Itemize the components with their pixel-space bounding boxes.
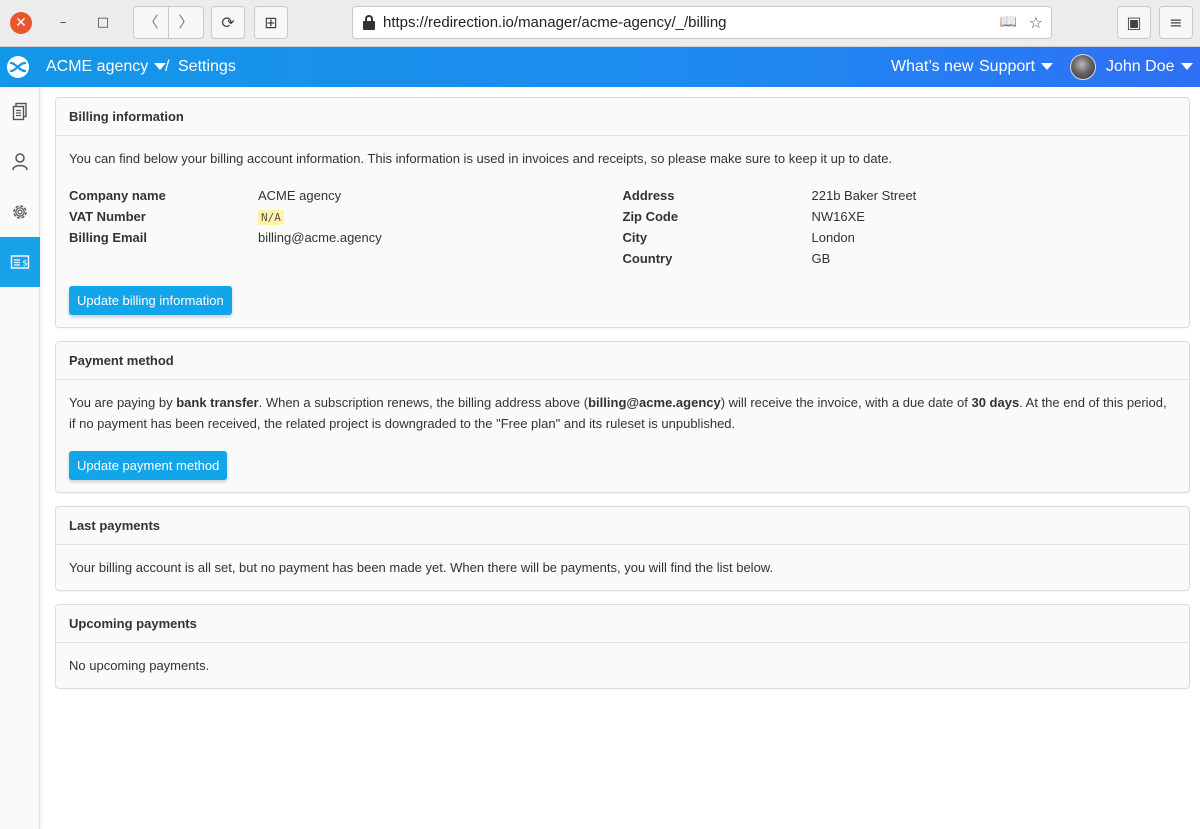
window-close-button[interactable]: ✕: [10, 12, 32, 34]
bookmark-star-icon[interactable]: ☆: [1029, 7, 1043, 38]
svg-text:$: $: [23, 259, 28, 268]
redirection-logo-icon[interactable]: [7, 56, 29, 78]
sidebar-item-account[interactable]: [0, 137, 40, 187]
vat-number-value: N/A: [258, 210, 284, 225]
payment-method-description: You are paying by bank transfer. When a …: [69, 395, 1167, 431]
whats-new-link[interactable]: What’s new: [891, 47, 973, 87]
chevron-down-icon: [1180, 63, 1193, 71]
app-header: ACME agency / Settings What’s new Suppor…: [0, 47, 1200, 87]
billing-row-email: Billing Email billing@acme.agency: [69, 227, 623, 248]
country-label: Country: [622, 251, 673, 266]
address-value: 221b Baker Street: [811, 188, 917, 203]
bookmarks-button[interactable]: ▣: [1117, 6, 1151, 39]
sidebar-item-projects[interactable]: [0, 87, 40, 137]
city-label: City: [622, 230, 648, 245]
back-button[interactable]: 〈: [134, 7, 169, 38]
browser-toolbar: ✕ – □ 〈 〉 ⟳ ⊞ https://redirection.io/man…: [0, 0, 1200, 47]
history-nav: 〈 〉: [133, 6, 204, 39]
billing-details: Company name ACME agency VAT Number N/A …: [69, 185, 1176, 269]
user-name: John Doe: [1106, 58, 1175, 75]
billing-information-title: Billing information: [56, 98, 1189, 136]
reader-view-icon[interactable]: 📖: [1000, 7, 1017, 38]
organization-name: ACME agency: [46, 58, 149, 75]
vat-number-label: VAT Number: [69, 209, 146, 224]
zip-code-label: Zip Code: [622, 209, 679, 224]
gear-icon: [13, 205, 27, 219]
city-value: London: [811, 230, 855, 245]
lock-icon: [363, 15, 375, 30]
billing-row-address: Address 221b Baker Street: [623, 185, 1177, 206]
new-tab-button[interactable]: ⊞: [254, 6, 288, 39]
company-name-label: Company name: [69, 188, 166, 203]
billing-information-intro: You can find below your billing account …: [69, 151, 893, 166]
update-billing-information-button[interactable]: Update billing information: [69, 286, 232, 315]
browser-menu-button[interactable]: ≡: [1159, 6, 1193, 39]
sidebar: $: [0, 87, 40, 829]
organization-switcher[interactable]: ACME agency: [46, 47, 167, 87]
billing-email-value: billing@acme.agency: [258, 230, 382, 245]
billing-icon: $: [10, 255, 30, 269]
url-text[interactable]: https://redirection.io/manager/acme-agen…: [383, 7, 727, 38]
company-name-value: ACME agency: [258, 188, 342, 203]
user-menu[interactable]: John Doe: [1106, 47, 1193, 87]
user-icon: [12, 153, 28, 171]
forward-button[interactable]: 〉: [169, 7, 203, 38]
billing-row-country: Country GB: [623, 248, 1177, 269]
breadcrumb-separator: /: [165, 58, 170, 75]
last-payments-title: Last payments: [56, 507, 1189, 545]
invoice-email: billing@acme.agency: [588, 395, 721, 410]
payment-method-title: Payment method: [56, 342, 1189, 380]
chevron-down-icon: [1041, 63, 1054, 71]
billing-row-vat: VAT Number N/A: [69, 206, 623, 227]
billing-email-label: Billing Email: [69, 230, 148, 245]
update-payment-method-button[interactable]: Update payment method: [69, 451, 228, 480]
address-bar[interactable]: https://redirection.io/manager/acme-agen…: [352, 6, 1052, 39]
billing-row-company: Company name ACME agency: [69, 185, 623, 206]
billing-row-city: City London: [623, 227, 1177, 248]
last-payments-card: Last payments Your billing account is al…: [55, 506, 1190, 591]
address-label: Address: [622, 188, 675, 203]
support-menu[interactable]: Support: [979, 47, 1054, 87]
billing-details-right: Address 221b Baker Street Zip Code NW16X…: [623, 185, 1177, 269]
support-label: Support: [979, 58, 1036, 75]
document-icon: [12, 102, 27, 121]
zip-code-value: NW16XE: [811, 209, 865, 224]
payment-method-type: bank transfer: [176, 395, 259, 410]
upcoming-payments-title: Upcoming payments: [56, 605, 1189, 643]
sidebar-item-billing[interactable]: $: [0, 237, 40, 287]
due-date: 30 days: [971, 395, 1020, 410]
reload-button[interactable]: ⟳: [211, 6, 245, 39]
billing-information-card: Billing information You can find below y…: [55, 97, 1190, 328]
payment-method-card: Payment method You are paying by bank tr…: [55, 341, 1190, 493]
breadcrumb-settings[interactable]: Settings: [178, 47, 236, 87]
country-value: GB: [811, 251, 831, 266]
sidebar-item-settings[interactable]: [0, 187, 40, 237]
upcoming-payments-text: No upcoming payments.: [69, 658, 210, 673]
billing-details-left: Company name ACME agency VAT Number N/A …: [69, 185, 623, 269]
window-minimize-button[interactable]: –: [52, 12, 74, 34]
avatar[interactable]: [1070, 54, 1096, 80]
upcoming-payments-card: Upcoming payments No upcoming payments.: [55, 604, 1190, 689]
window-maximize-button[interactable]: □: [92, 12, 114, 34]
main-content: Billing information You can find below y…: [41, 87, 1200, 829]
billing-row-zip: Zip Code NW16XE: [623, 206, 1177, 227]
last-payments-text: Your billing account is all set, but no …: [69, 560, 774, 575]
